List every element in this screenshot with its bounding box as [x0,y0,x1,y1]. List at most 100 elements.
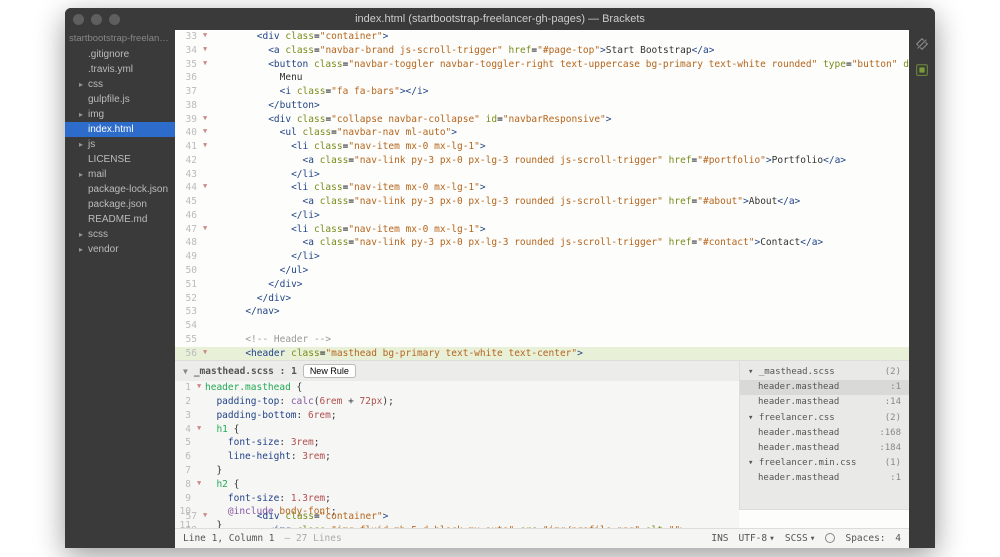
code-line[interactable]: 45 <a class="nav-link py-3 px-0 px-lg-3 … [175,195,909,209]
code-line[interactable]: 2 padding-top: calc(6rem + 72px); [175,395,739,409]
encoding-select[interactable]: UTF-8 ▾ [739,532,775,546]
code-content[interactable]: <a class="nav-link py-3 px-0 px-lg-3 rou… [211,236,823,250]
code-content[interactable]: </div> [211,278,303,292]
code-content[interactable]: </div> [211,292,291,306]
titlebar[interactable]: index.html (startbootstrap-freelancer-gh… [65,8,935,30]
code-content[interactable]: h1 { [205,423,239,437]
related-rule-item[interactable]: header.masthead:168 [740,426,909,441]
insert-mode[interactable]: INS [711,532,728,546]
code-content[interactable]: <ul class="navbar-nav ml-auto"> [211,126,457,140]
file-tree-item[interactable]: LICENSE [65,152,175,167]
fold-arrow-icon[interactable]: ▼ [203,113,211,127]
code-line[interactable]: 42 <a class="nav-link py-3 px-0 px-lg-3 … [175,154,909,168]
code-line[interactable]: 36 Menu [175,71,909,85]
fold-arrow-icon[interactable]: ▼ [203,58,211,72]
code-content[interactable]: <header class="masthead bg-primary text-… [211,347,583,361]
code-content[interactable]: padding-bottom: 6rem; [205,409,337,423]
file-tree-item[interactable]: package.json [65,197,175,212]
code-content[interactable]: <div class="collapse navbar-collapse" id… [211,113,612,127]
code-line[interactable]: 33▼ <div class="container"> [175,30,909,44]
code-line[interactable]: 39▼ <div class="collapse navbar-collapse… [175,113,909,127]
code-line[interactable]: 9 font-size: 1.3rem; [175,492,739,506]
code-content[interactable]: line-height: 3rem; [205,450,331,464]
code-content[interactable]: <button class="navbar-toggler navbar-tog… [211,58,909,72]
code-line[interactable]: 48 <a class="nav-link py-3 px-0 px-lg-3 … [175,236,909,250]
fold-arrow-icon[interactable]: ▼ [203,44,211,58]
code-content[interactable]: <a class="navbar-brand js-scroll-trigger… [211,44,714,58]
fold-arrow-icon[interactable]: ▼ [197,478,205,492]
code-line[interactable]: 40▼ <ul class="navbar-nav ml-auto"> [175,126,909,140]
code-line[interactable]: 1▼header.masthead { [175,381,739,395]
code-content[interactable]: } [205,464,222,478]
file-tree-item[interactable]: ▸scss [65,227,175,242]
code-line[interactable]: 47▼ <li class="nav-item mx-0 mx-lg-1"> [175,223,909,237]
code-line[interactable]: 57▼ <div class="container"> [175,510,909,524]
code-content[interactable]: <li class="nav-item mx-0 mx-lg-1"> [211,181,486,195]
code-line[interactable]: 7 } [175,464,739,478]
file-tree-item[interactable]: ▸vendor [65,242,175,257]
code-line[interactable]: 41▼ <li class="nav-item mx-0 mx-lg-1"> [175,140,909,154]
lint-status-icon[interactable] [825,533,835,543]
related-rule-item[interactable]: header.masthead:184 [740,441,909,456]
code-line[interactable]: 54 [175,319,909,333]
file-tree-item[interactable]: ▸img [65,107,175,122]
chevron-down-icon[interactable]: ▼ [183,366,188,378]
file-tree-item[interactable]: ▸css [65,77,175,92]
code-line[interactable]: 49 </li> [175,250,909,264]
code-line[interactable]: 35▼ <button class="navbar-toggler navbar… [175,58,909,72]
code-content[interactable]: Menu [211,71,303,85]
language-select[interactable]: SCSS ▾ [785,532,816,546]
file-tree-item[interactable]: README.md [65,212,175,227]
code-line[interactable]: 44▼ <li class="nav-item mx-0 mx-lg-1"> [175,181,909,195]
file-tree-item[interactable]: .gitignore [65,47,175,62]
code-content[interactable]: <li class="nav-item mx-0 mx-lg-1"> [211,223,486,237]
indent-select[interactable]: Spaces: 4 [845,532,901,546]
related-rule-item[interactable]: header.masthead:1 [740,380,909,395]
live-preview-icon[interactable] [914,36,930,52]
code-content[interactable]: font-size: 1.3rem; [205,492,331,506]
code-content[interactable]: <a class="nav-link py-3 px-0 px-lg-3 rou… [211,195,800,209]
code-line[interactable]: 52 </div> [175,292,909,306]
code-content[interactable]: </li> [211,209,320,223]
code-line[interactable]: 6 line-height: 3rem; [175,450,739,464]
file-tree-item[interactable]: gulpfile.js [65,92,175,107]
code-line[interactable]: 43 </li> [175,168,909,182]
fold-arrow-icon[interactable]: ▼ [203,140,211,154]
file-tree-item[interactable]: ▸mail [65,167,175,182]
minimize-icon[interactable] [91,14,102,25]
fold-arrow-icon[interactable]: ▼ [197,381,205,395]
code-content[interactable]: <!-- Header --> [211,333,331,347]
code-line[interactable]: 5 font-size: 3rem; [175,436,739,450]
file-tree-item[interactable]: package-lock.json [65,182,175,197]
project-root[interactable]: startbootstrap-freelancer-gh-pag [65,30,175,47]
fold-arrow-icon[interactable]: ▼ [203,510,211,524]
code-line[interactable]: 3 padding-bottom: 6rem; [175,409,739,423]
code-line[interactable]: 34▼ <a class="navbar-brand js-scroll-tri… [175,44,909,58]
code-line[interactable]: 55 <!-- Header --> [175,333,909,347]
close-icon[interactable] [73,14,84,25]
related-file-header[interactable]: ▾ freelancer.css(2) [740,411,909,426]
related-rule-item[interactable]: header.masthead:1 [740,471,909,486]
code-content[interactable]: <a class="nav-link py-3 px-0 px-lg-3 rou… [211,154,846,168]
file-tree-item[interactable]: index.html [65,122,175,137]
code-line[interactable]: 37 <i class="fa fa-bars"></i> [175,85,909,99]
fold-arrow-icon[interactable]: ▼ [197,423,205,437]
cursor-position[interactable]: Line 1, Column 1 [183,532,275,546]
code-content[interactable]: <div class="container"> [211,510,388,524]
code-line[interactable]: 38 </button> [175,99,909,113]
code-content[interactable]: padding-top: calc(6rem + 72px); [205,395,394,409]
fold-arrow-icon[interactable]: ▼ [203,181,211,195]
code-content[interactable]: <i class="fa fa-bars"></i> [211,85,428,99]
quick-edit-code[interactable]: 1▼header.masthead {2 padding-top: calc(6… [175,381,739,528]
related-file-header[interactable]: ▾ freelancer.min.css(1) [740,456,909,471]
code-content[interactable]: <div class="container"> [211,30,388,44]
code-line[interactable]: 53 </nav> [175,305,909,319]
fold-arrow-icon[interactable]: ▼ [203,223,211,237]
fold-arrow-icon[interactable]: ▼ [203,347,211,361]
code-line[interactable]: 56▼ <header class="masthead bg-primary t… [175,347,909,361]
editor[interactable]: 33▼ <div class="container">34▼ <a class=… [175,30,909,548]
code-line[interactable]: 50 </ul> [175,264,909,278]
extensions-icon[interactable] [914,62,930,78]
code-line[interactable]: 46 </li> [175,209,909,223]
code-content[interactable]: </nav> [211,305,280,319]
